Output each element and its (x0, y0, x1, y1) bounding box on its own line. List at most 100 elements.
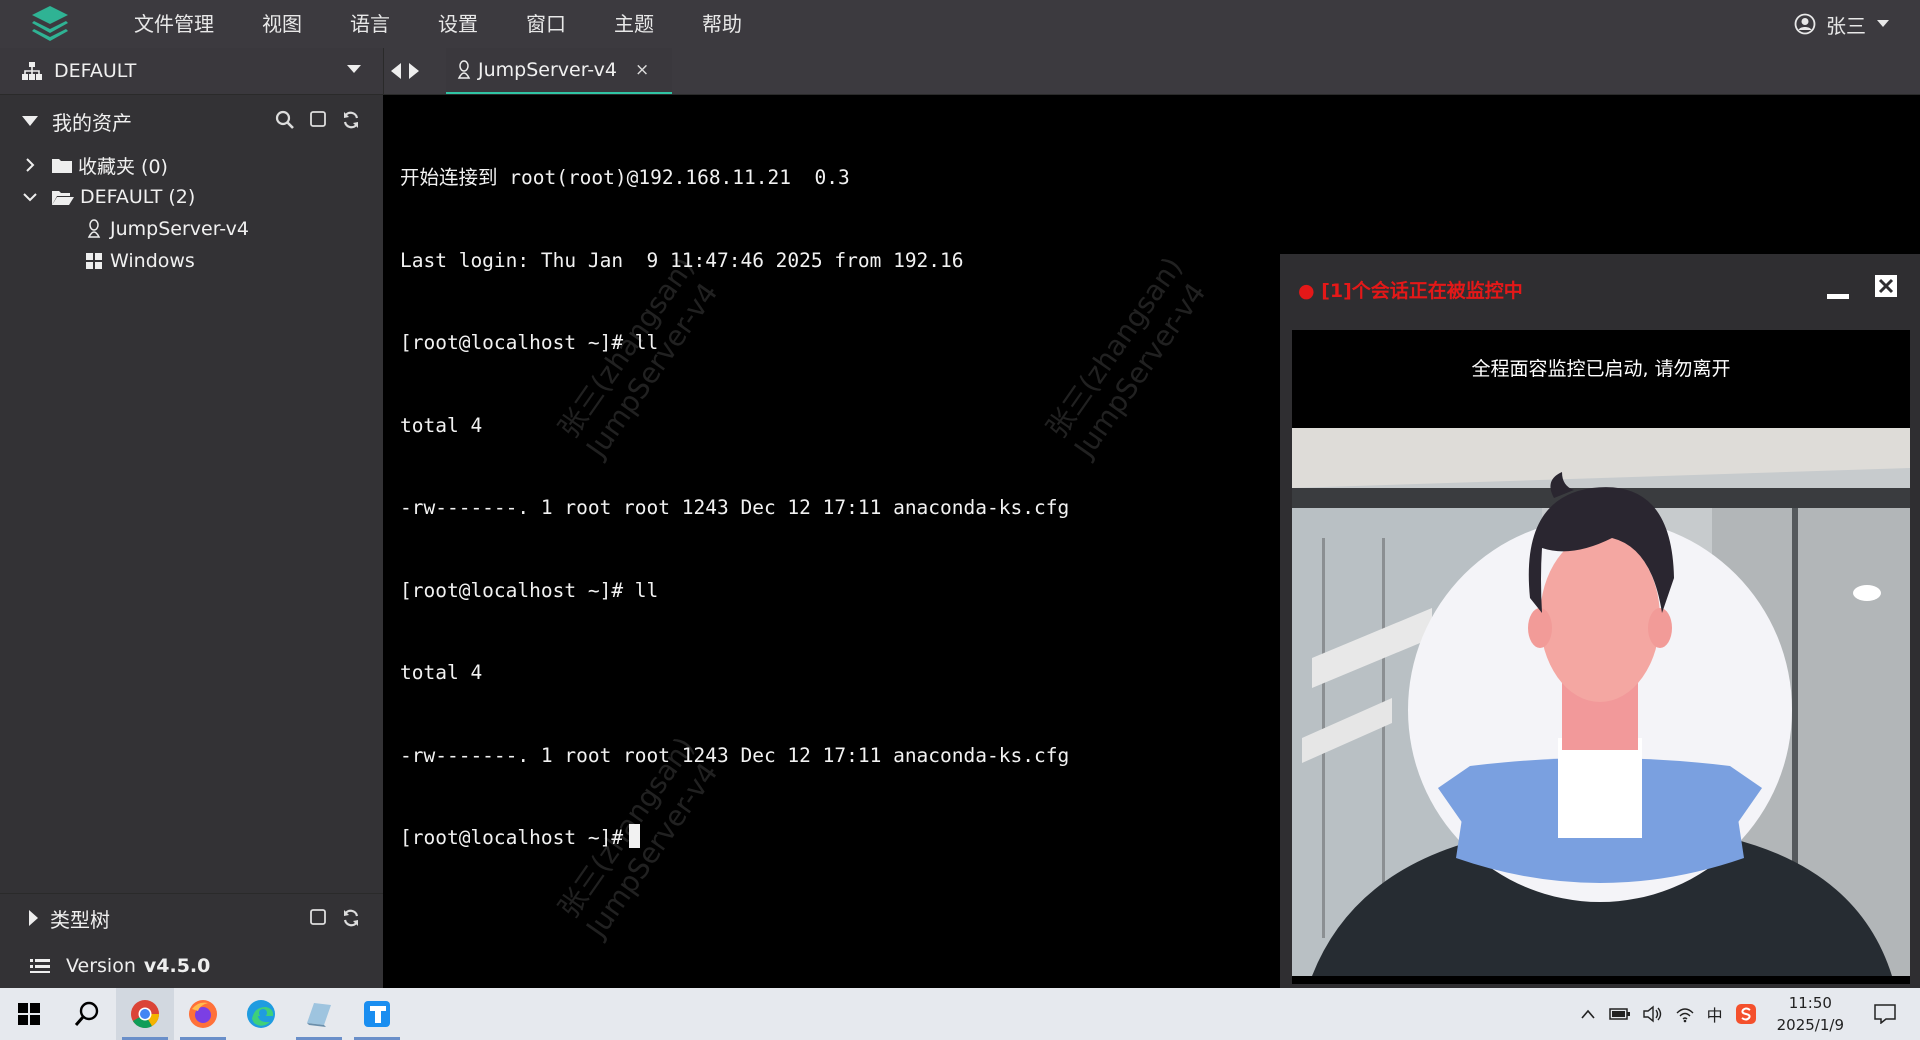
chrome-icon (131, 1000, 159, 1028)
windows-icon (86, 253, 102, 269)
taskbar-search-button[interactable] (58, 988, 116, 1040)
taskbar-firefox[interactable] (174, 988, 232, 1040)
folder-open-icon (52, 191, 74, 205)
user-name: 张三 (1826, 13, 1866, 38)
terminal-line: total 4 (400, 413, 483, 437)
terminal-line: 开始连接到 root(root)@192.168.11.21 0.3 (400, 166, 850, 189)
notification-icon[interactable] (1874, 1004, 1896, 1024)
terminal-line: -rw-------. 1 root root 1243 Dec 12 17:1… (400, 496, 1070, 519)
taskbar-edge[interactable] (232, 988, 290, 1040)
version-number: v4.5.0 (143, 954, 211, 977)
edge-icon (247, 1000, 275, 1028)
ime-indicator[interactable]: 中 (1707, 1002, 1723, 1026)
terminal-line: -rw-------. 1 root root 1243 Dec 12 17:1… (400, 743, 1070, 767)
folder-icon (52, 159, 72, 173)
jumpserver-client-icon (364, 1001, 390, 1027)
terminal-cursor (629, 824, 641, 848)
my-assets-header[interactable]: 我的资产 (0, 95, 383, 147)
menu-view[interactable]: 视图 (238, 0, 326, 48)
clock[interactable]: 11:50 2025/1/9 (1777, 992, 1844, 1036)
face-monitor-window: ● [1]个会话正在被监控中 全程面容监控已启动, 请勿离开 (1280, 254, 1920, 988)
linux-icon (87, 219, 101, 238)
monitor-title: ● [1]个会话正在被监控中 (1298, 280, 1523, 302)
system-tray: 中 11:50 2025/1/9 (1581, 988, 1920, 1040)
terminal-line: [root@localhost ~]# ll (400, 578, 659, 602)
caret-right-icon (29, 910, 38, 926)
close-icon[interactable] (1874, 274, 1898, 298)
taskbar-chrome[interactable] (116, 988, 174, 1040)
clock-date: 2025/1/9 (1776, 1016, 1844, 1034)
menu-help[interactable]: 帮助 (678, 0, 766, 48)
clock-time: 11:50 (1788, 994, 1832, 1012)
tab-nav (390, 48, 420, 94)
battery-icon[interactable] (1608, 1007, 1631, 1021)
terminal-line: [root@localhost ~]# ll (400, 331, 659, 354)
search-icon[interactable] (275, 110, 295, 130)
sogou-ime-icon[interactable] (1735, 1003, 1757, 1025)
menu-window[interactable]: 窗口 (502, 0, 590, 48)
user-menu[interactable]: 张三 (1794, 0, 1890, 48)
wifi-icon[interactable] (1675, 1005, 1695, 1023)
terminal-line: total 4 (400, 661, 483, 684)
tab-title: JumpServer-v4 (478, 59, 617, 81)
org-name: DEFAULT (54, 60, 137, 82)
type-tree-title: 类型树 (50, 907, 110, 932)
chevron-down-icon (1877, 20, 1889, 27)
list-icon (30, 958, 50, 973)
monitor-body: 全程面容监控已启动, 请勿离开 (1292, 330, 1910, 984)
menu-settings[interactable]: 设置 (414, 0, 502, 48)
menu-theme[interactable]: 主题 (590, 0, 678, 48)
sitemap-icon (22, 62, 42, 80)
tree-node-default[interactable]: DEFAULT (2) (0, 181, 383, 213)
chevron-down-icon (23, 193, 37, 202)
camera-feed (1292, 428, 1910, 976)
caret-down-icon (22, 116, 38, 126)
type-tree-header[interactable]: 类型树 (0, 893, 383, 942)
tab-jumpserver-v4[interactable]: JumpServer-v4 × (446, 48, 672, 94)
linux-icon (457, 60, 471, 79)
tab-next-icon[interactable] (408, 62, 420, 80)
taskbar-jumpserver-client[interactable] (348, 988, 406, 1040)
asset-label: JumpServer-v4 (110, 218, 249, 240)
refresh-icon[interactable] (341, 908, 361, 928)
menubar: 文件管理 视图 语言 设置 窗口 主题 帮助 张三 (0, 0, 1920, 48)
chevron-right-icon (26, 158, 35, 172)
refresh-icon[interactable] (341, 110, 361, 130)
tree-leaf-windows[interactable]: Windows (0, 245, 383, 277)
firefox-icon (189, 1000, 217, 1028)
subbar: DEFAULT JumpServer-v4 × (0, 48, 1920, 95)
os-taskbar: 中 11:50 2025/1/9 (0, 988, 1920, 1040)
user-avatar-icon (1794, 13, 1816, 35)
notepad-icon (307, 1003, 331, 1027)
collapse-all-icon[interactable] (309, 110, 327, 128)
default-group-label: DEFAULT (2) (80, 186, 196, 208)
monitor-header[interactable]: ● [1]个会话正在被监控中 (1280, 254, 1920, 322)
menu-language[interactable]: 语言 (326, 0, 414, 48)
tab-close-button[interactable]: × (635, 60, 649, 80)
my-assets-title: 我的资产 (52, 110, 132, 135)
terminal-output: 开始连接到 root(root)@192.168.11.21 0.3 Last … (400, 109, 1069, 907)
version-label: Version (66, 954, 136, 977)
search-icon (74, 1001, 99, 1026)
taskbar-app-notepad[interactable] (290, 988, 348, 1040)
tree-leaf-jumpserver[interactable]: JumpServer-v4 (0, 213, 383, 245)
terminal-line: Last login: Thu Jan 9 11:47:46 2025 from… (400, 248, 964, 272)
org-select[interactable]: DEFAULT (0, 48, 384, 94)
collapse-all-icon[interactable] (309, 908, 327, 926)
caret-down-icon (347, 65, 361, 73)
start-button[interactable] (0, 988, 58, 1040)
camera-scene-image (1292, 428, 1910, 976)
tab-prev-icon[interactable] (390, 62, 402, 80)
asset-label: Windows (110, 250, 195, 272)
menu-file-management[interactable]: 文件管理 (134, 0, 238, 48)
tray-expand-icon[interactable] (1581, 1009, 1595, 1019)
volume-icon[interactable] (1642, 1005, 1663, 1023)
minimize-icon[interactable] (1826, 278, 1850, 302)
jumpserver-logo-icon[interactable] (26, 0, 74, 48)
asset-sidebar: 我的资产 收藏夹 (0) DEFAULT (2) JumpServer-v4 W… (0, 95, 383, 988)
asset-tree: 收藏夹 (0) DEFAULT (2) JumpServer-v4 Window… (0, 149, 383, 277)
tree-node-favorites[interactable]: 收藏夹 (0) (0, 149, 383, 181)
main-menu: 文件管理 视图 语言 设置 窗口 主题 帮助 (134, 0, 766, 48)
favorites-label: 收藏夹 (0) (78, 155, 168, 178)
sidebar-bottom: 类型树 Version v4.5.0 (0, 893, 383, 988)
